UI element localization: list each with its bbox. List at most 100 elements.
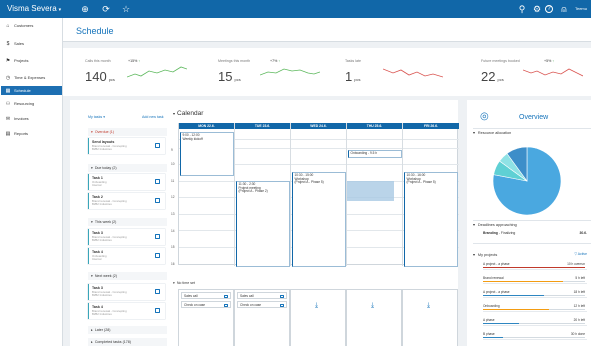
task-checkbox[interactable]: [155, 179, 160, 184]
calendar-event[interactable]: 10:30 - 15:00 Workshop (Project A - Phase …: [292, 172, 346, 267]
project-row[interactable]: A project - a phase 18 h left: [483, 288, 587, 298]
people-icon: ⚇: [5, 100, 11, 107]
no-time-item[interactable]: Sales call: [237, 292, 287, 299]
project-progress-bar: [483, 308, 585, 310]
add-icon[interactable]: ⊕: [79, 3, 91, 15]
no-time-cell-fri[interactable]: ⤓: [402, 289, 458, 346]
gear-icon[interactable]: ⚙: [531, 3, 543, 15]
project-filter[interactable]: ▽ Active: [574, 252, 587, 256]
no-time-cell-wed[interactable]: ⤓: [290, 289, 346, 346]
no-time-cell-mon[interactable]: Sales call Check on case: [178, 289, 234, 346]
kpi-tasks-late[interactable]: Tasks late 1 pcs: [345, 48, 455, 96]
chevron-down-icon: ▾: [473, 253, 475, 257]
hour-label: 10: [171, 162, 175, 166]
calendar-event[interactable]: 11:30 - 2:30 Project meeting (Project A - …: [236, 181, 290, 267]
sidebar-item-customers[interactable]: ⌂ Customers: [1, 21, 62, 30]
task-group-next-week[interactable]: ▾ Next week (2): [88, 272, 167, 280]
task-checkbox[interactable]: [155, 253, 160, 258]
kpi-meetings[interactable]: Meetings this month +7% ↑ 15 pcs: [218, 48, 328, 96]
download-icon[interactable]: ⤓: [371, 302, 374, 310]
page-header: Schedule: [63, 18, 591, 42]
checkbox[interactable]: [224, 294, 228, 299]
day-header: THU 25.6.: [347, 123, 402, 129]
task-card[interactable]: Task 3 Brand renewal - Concepting BI/B2 In…: [88, 229, 165, 245]
no-time-set-header[interactable]: ▾ No time set: [173, 281, 195, 285]
sidebar-item-label: Schedule: [14, 88, 31, 93]
project-row[interactable]: A project - a phase 10 h overrun: [483, 260, 587, 270]
deadline-date: 30.6.: [579, 231, 587, 235]
hour-label: 13: [171, 212, 175, 216]
project-row[interactable]: A phase 20 h left: [483, 316, 587, 326]
task-card[interactable]: Task 4 Onboarding Internal: [88, 248, 165, 264]
checkbox[interactable]: [224, 303, 228, 308]
overview-icon[interactable]: ◎: [480, 111, 489, 122]
task-checkbox[interactable]: [155, 234, 160, 239]
task-group-this-week[interactable]: ▾ This week (2): [88, 218, 167, 226]
sidebar-item-invoices[interactable]: ✉ Invoices: [1, 114, 62, 123]
user-name[interactable]: Teemu: [575, 6, 587, 11]
deadlines-header[interactable]: ▾ Deadlines approaching: [473, 222, 517, 228]
chevron-right-icon: ▸: [91, 328, 93, 332]
no-time-cell-tue[interactable]: Sales call Check on case: [234, 289, 290, 346]
project-row[interactable]: B phase 30 h done: [483, 330, 587, 340]
project-progress-fill: [483, 322, 519, 324]
calendar-title[interactable]: ▾ Calendar: [173, 110, 203, 117]
download-icon[interactable]: ⤓: [427, 302, 430, 310]
user-icon[interactable]: ⍝: [558, 3, 570, 15]
help-icon[interactable]: ?: [545, 5, 553, 13]
task-card[interactable]: Task 2 Brand renewal - Concepting BI/B2 In…: [88, 193, 165, 209]
project-name: Brand renewal: [483, 276, 504, 280]
no-time-item[interactable]: Sales call: [181, 292, 231, 299]
sidebar-item-schedule[interactable]: ▦ Schedule: [1, 86, 62, 95]
task-card[interactable]: Send layouts Brand renewal - Concepting BI…: [88, 138, 165, 154]
project-row[interactable]: Brand renewal 5 h left: [483, 274, 587, 284]
calendar-event[interactable]: 9:00 - 12:00 Weekly kickoff: [180, 132, 234, 176]
task-checkbox[interactable]: [155, 198, 160, 203]
calendar-event[interactable]: 10:30 - 16:00 Workshop (Project A - Phase …: [404, 172, 458, 267]
drag-selection[interactable]: [347, 181, 394, 201]
task-card[interactable]: Task 1 Onboarding Internal: [88, 174, 165, 190]
sidebar-item-resourcing[interactable]: ⚇ Resourcing: [1, 99, 62, 108]
checkbox[interactable]: [280, 303, 284, 308]
task-checkbox[interactable]: [155, 143, 160, 148]
checkbox[interactable]: [280, 294, 284, 299]
sidebar-item-sales[interactable]: $ Sales: [1, 39, 62, 48]
no-time-item[interactable]: Check on case: [181, 301, 231, 308]
project-name: A phase: [483, 318, 495, 322]
refresh-icon[interactable]: ⟳: [100, 3, 112, 15]
sidebar-item-projects[interactable]: ⚑ Projects: [1, 56, 62, 65]
project-progress-fill: [483, 266, 585, 268]
task-group-due-today[interactable]: ▾ Due today (2): [88, 164, 167, 172]
task-checkbox[interactable]: [155, 289, 160, 294]
my-tasks-dropdown[interactable]: My tasks ▾: [88, 115, 105, 119]
star-icon[interactable]: ☆: [120, 3, 132, 15]
task-checkbox[interactable]: [155, 308, 160, 313]
search-icon[interactable]: ⚲: [516, 3, 528, 15]
project-row[interactable]: Onboarding 12 h left: [483, 302, 587, 312]
project-hours: 12 h left: [573, 304, 585, 308]
sidebar-item-label: Time & Expenses: [14, 75, 46, 80]
my-projects-header[interactable]: ▾ My projects: [473, 252, 497, 258]
task-group-later[interactable]: ▸ Later (28): [88, 326, 167, 334]
kpi-label: Meetings this month: [218, 59, 251, 63]
kpi-future-meetings[interactable]: Future meetings booked +5% ↑ 22 pcs: [481, 48, 591, 96]
app-switcher[interactable]: Visma Severa ▾: [7, 4, 61, 13]
no-time-item[interactable]: Check on case: [237, 301, 287, 308]
task-group-overdue[interactable]: ▾ Overdue (1): [88, 128, 167, 136]
kpi-calls[interactable]: Calls this month +15% ↑ 140 pcs: [85, 48, 195, 96]
task-card[interactable]: Task 3 Brand renewal - Concepting BI/B2 In…: [88, 284, 165, 300]
sidebar-item-time-expenses[interactable]: ◷ Time & Expenses: [1, 73, 62, 82]
sidebar-item-reports[interactable]: ▤ Reports: [1, 129, 62, 138]
add-task-link[interactable]: Add new task: [142, 115, 164, 119]
resource-allocation-header[interactable]: ▾ Resource allocation: [473, 130, 511, 136]
task-card[interactable]: Task 4 Brand renewal - Concepting BI/B2 In…: [88, 303, 165, 319]
task-group-completed[interactable]: ▸ Completed tasks (178): [88, 338, 167, 346]
resource-pie-chart: [492, 146, 562, 216]
chevron-down-icon: ▾: [473, 131, 475, 135]
calendar-event[interactable]: Onboarding - 9.5 h: [348, 150, 402, 158]
deadline-item[interactable]: Branding - Finalizing: [483, 231, 515, 235]
task-meta: Onboarding Internal: [92, 254, 107, 262]
schedule-content: My tasks ▾ Add new task ▾ Overdue (1) Sen…: [70, 100, 459, 346]
download-icon[interactable]: ⤓: [315, 302, 318, 310]
no-time-cell-thu[interactable]: ⤓: [346, 289, 402, 346]
